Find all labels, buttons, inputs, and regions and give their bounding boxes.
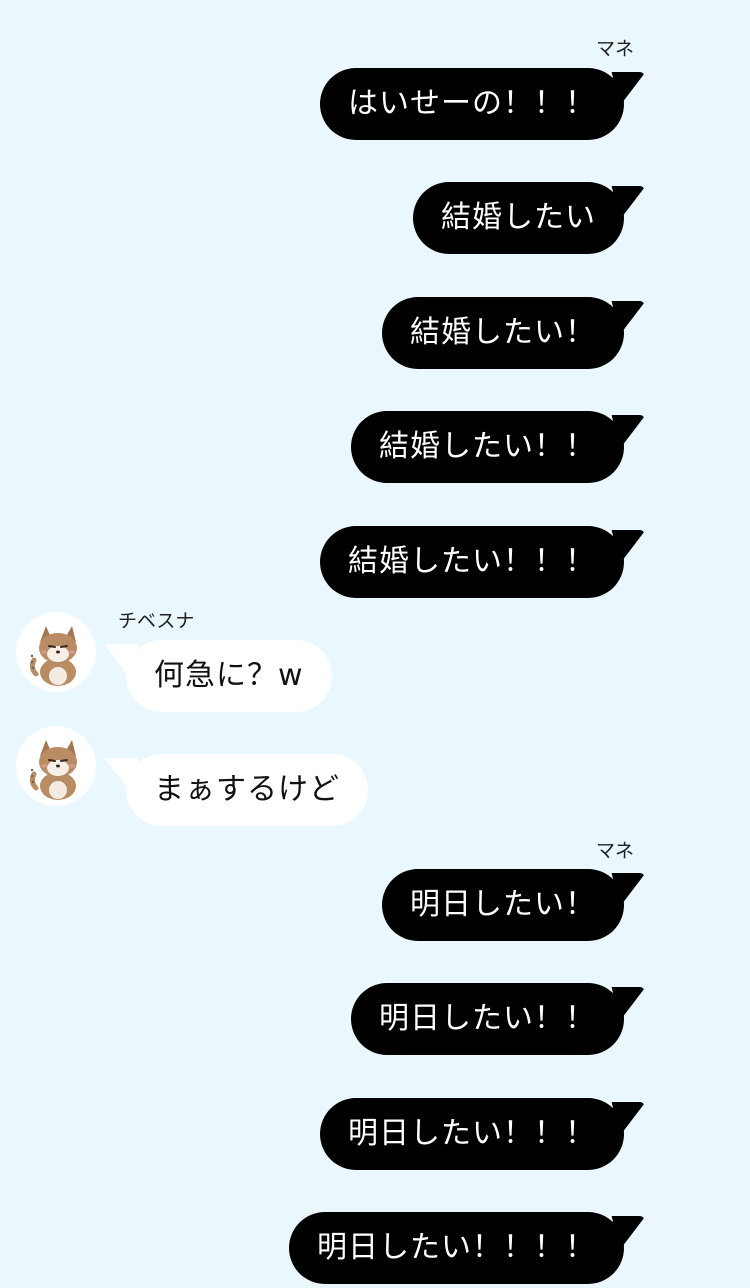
sender-name: マネ [595,38,634,60]
fox-avatar-icon[interactable] [16,726,96,806]
fox-avatar-icon[interactable] [16,612,96,692]
fox-avatar-image [29,740,77,800]
outgoing-message-bubble[interactable]: 結婚したい！！ [351,411,624,483]
outgoing-message-bubble[interactable]: はいせーの！！！ [320,68,624,140]
fox-avatar-image [29,626,77,686]
incoming-message-bubble[interactable]: まぁするけど [126,754,368,826]
outgoing-message-bubble[interactable]: 結婚したい [413,182,624,254]
incoming-message-bubble[interactable]: 何急に？w [126,640,332,712]
chat-view: マネ はいせーの！！！ 結婚したい 結婚したい！ 結婚したい！！ 結婚したい！！… [0,0,750,1288]
outgoing-message-bubble[interactable]: 明日したい！！！ [320,1098,624,1170]
outgoing-message-bubble[interactable]: 明日したい！！ [351,983,624,1055]
sender-name: マネ [595,840,634,862]
outgoing-message-bubble[interactable]: 結婚したい！！！ [320,526,624,598]
sender-name: チベスナ [118,610,195,632]
outgoing-message-bubble[interactable]: 明日したい！ [382,869,624,941]
outgoing-message-bubble[interactable]: 明日したい！！！！ [289,1212,624,1284]
outgoing-message-bubble[interactable]: 結婚したい！ [382,297,624,369]
